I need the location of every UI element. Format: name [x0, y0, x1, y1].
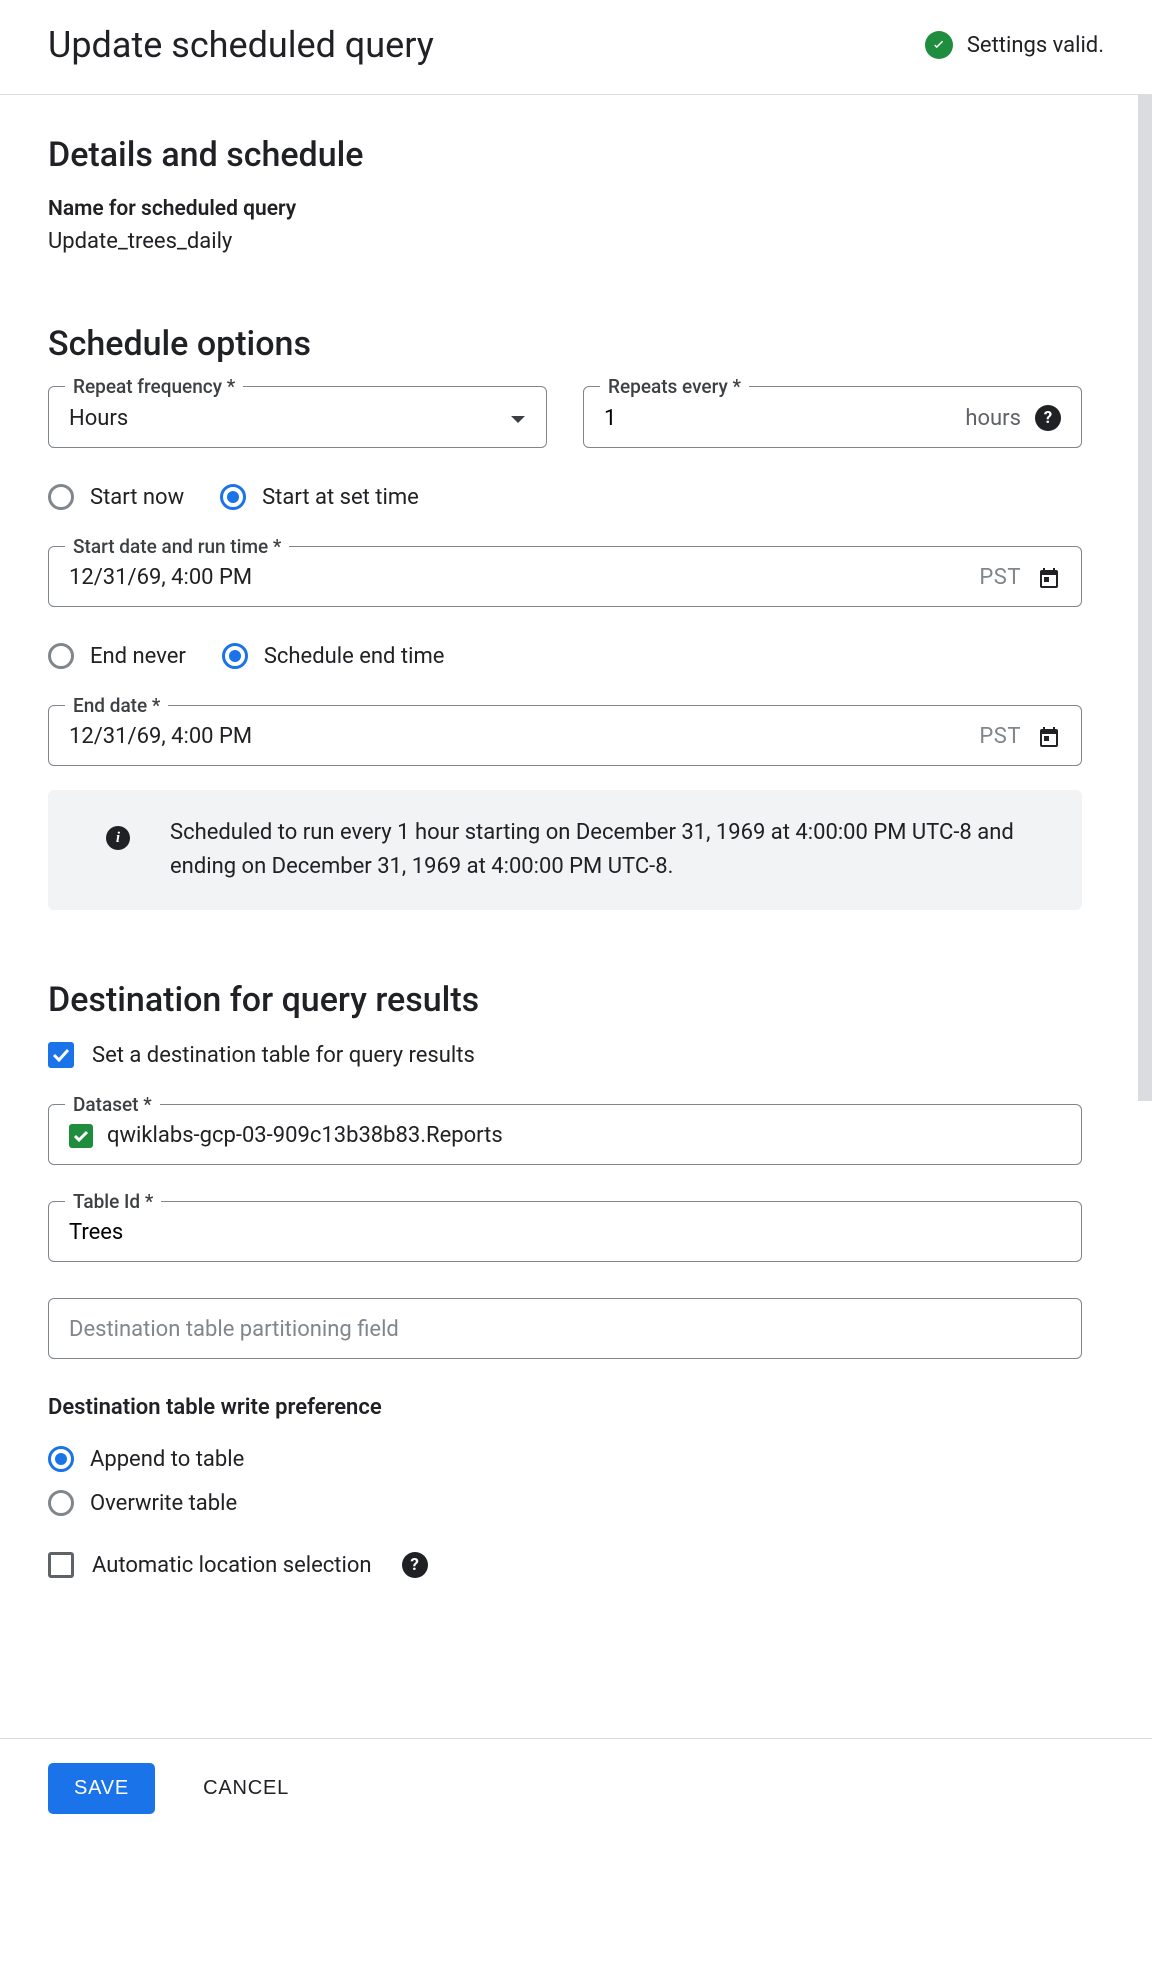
end-never-radio[interactable]: End never	[48, 643, 186, 669]
calendar-icon[interactable]	[1037, 725, 1061, 749]
end-date-field[interactable]: End date * 12/31/69, 4:00 PM PST	[48, 705, 1082, 766]
radio-icon	[48, 484, 74, 510]
write-preference-heading: Destination table write preference	[48, 1395, 1082, 1420]
radio-icon	[48, 643, 74, 669]
radio-icon	[222, 643, 248, 669]
schedule-heading: Schedule options	[48, 324, 1082, 364]
start-radio-group: Start now Start at set time	[48, 484, 1082, 510]
start-set-time-radio[interactable]: Start at set time	[220, 484, 419, 510]
end-never-label: End never	[90, 644, 186, 669]
repeats-every-label: Repeats every *	[600, 375, 749, 398]
radio-icon	[48, 1490, 74, 1516]
query-name-label: Name for scheduled query	[48, 197, 1082, 221]
details-heading: Details and schedule	[48, 135, 1082, 175]
end-date-label: End date *	[65, 694, 168, 717]
scrollbar-thumb[interactable]	[1138, 95, 1152, 1101]
set-destination-checkbox-row[interactable]: Set a destination table for query result…	[48, 1042, 1082, 1068]
end-date-value: 12/31/69, 4:00 PM	[69, 724, 252, 749]
table-id-input[interactable]	[69, 1220, 1061, 1245]
start-now-label: Start now	[90, 485, 184, 510]
schedule-end-time-label: Schedule end time	[264, 644, 445, 669]
start-datetime-label: Start date and run time *	[65, 535, 289, 558]
end-tz: PST	[979, 724, 1021, 749]
repeats-every-input[interactable]	[604, 406, 664, 431]
schedule-summary-box: i Scheduled to run every 1 hour starting…	[48, 790, 1082, 910]
set-destination-label: Set a destination table for query result…	[92, 1043, 475, 1068]
query-name-value: Update_trees_daily	[48, 229, 1082, 254]
save-button[interactable]: SAVE	[48, 1763, 155, 1814]
partition-input[interactable]	[69, 1317, 1061, 1342]
dataset-label: Dataset *	[65, 1093, 160, 1116]
repeat-frequency-label: Repeat frequency *	[65, 375, 243, 398]
start-now-radio[interactable]: Start now	[48, 484, 184, 510]
append-label: Append to table	[90, 1447, 244, 1472]
footer-actions: SAVE CANCEL	[0, 1738, 1152, 1862]
page-header: Update scheduled query Settings valid.	[0, 0, 1152, 95]
start-datetime-field[interactable]: Start date and run time * 12/31/69, 4:00…	[48, 546, 1082, 607]
repeat-frequency-value: Hours	[69, 406, 128, 431]
auto-location-label: Automatic location selection	[92, 1553, 372, 1578]
auto-location-checkbox-row[interactable]: Automatic location selection ?	[48, 1552, 1082, 1578]
settings-status: Settings valid.	[925, 31, 1104, 59]
scrollbar[interactable]	[1132, 95, 1152, 1101]
start-tz: PST	[979, 565, 1021, 590]
append-to-table-radio[interactable]: Append to table	[48, 1446, 1082, 1472]
schedule-end-time-radio[interactable]: Schedule end time	[222, 643, 445, 669]
info-icon: i	[106, 826, 130, 850]
dataset-field[interactable]: Dataset * qwiklabs-gcp-03-909c13b38b83.R…	[48, 1104, 1082, 1165]
radio-icon	[48, 1446, 74, 1472]
radio-icon	[220, 484, 246, 510]
help-icon[interactable]: ?	[402, 1552, 428, 1578]
cancel-button[interactable]: CANCEL	[203, 1777, 289, 1800]
table-id-field[interactable]: Table Id *	[48, 1201, 1082, 1262]
calendar-icon[interactable]	[1037, 566, 1061, 590]
dataset-value: qwiklabs-gcp-03-909c13b38b83.Reports	[107, 1123, 503, 1148]
help-icon[interactable]: ?	[1035, 405, 1061, 431]
start-datetime-value: 12/31/69, 4:00 PM	[69, 565, 252, 590]
checkbox-unchecked-icon	[48, 1552, 74, 1578]
dataset-valid-icon	[69, 1124, 93, 1148]
end-radio-group: End never Schedule end time	[48, 643, 1082, 669]
partition-field[interactable]	[48, 1298, 1082, 1359]
repeat-frequency-select[interactable]: Repeat frequency * Hours	[48, 386, 547, 448]
start-set-time-label: Start at set time	[262, 485, 419, 510]
chevron-down-icon	[510, 406, 526, 431]
destination-heading: Destination for query results	[48, 980, 1082, 1020]
repeats-every-unit: hours	[965, 406, 1021, 431]
overwrite-table-radio[interactable]: Overwrite table	[48, 1490, 1082, 1516]
checkbox-checked-icon	[48, 1042, 74, 1068]
check-circle-icon	[925, 31, 953, 59]
schedule-summary-text: Scheduled to run every 1 hour starting o…	[170, 816, 1052, 884]
overwrite-label: Overwrite table	[90, 1491, 237, 1516]
table-id-label: Table Id *	[65, 1190, 161, 1213]
status-text: Settings valid.	[967, 33, 1104, 58]
page-title: Update scheduled query	[48, 24, 434, 66]
repeats-every-field[interactable]: Repeats every * hours ?	[583, 386, 1082, 448]
